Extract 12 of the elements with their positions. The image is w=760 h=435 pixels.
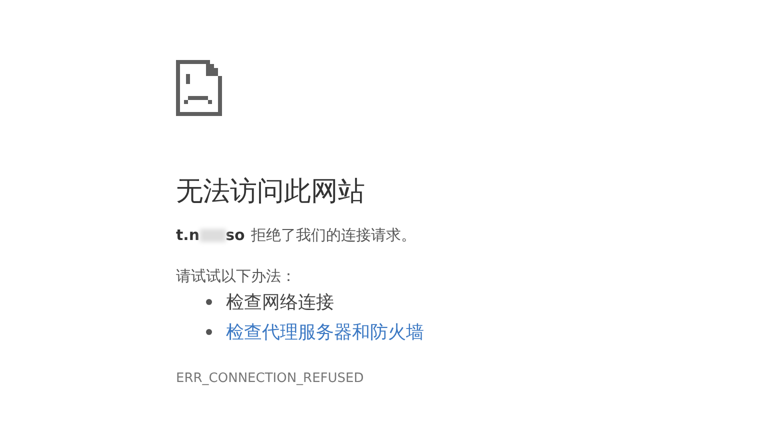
- bullet-icon: [206, 299, 212, 305]
- suggestions-title: 请试试以下办法：: [176, 266, 296, 286]
- page-heading: 无法访问此网站: [176, 175, 365, 209]
- suggestion-link[interactable]: 检查代理服务器和防火墙: [226, 318, 424, 346]
- error-code: ERR_CONNECTION_REFUSED: [176, 370, 364, 388]
- sad-page-icon: [176, 60, 222, 116]
- host-name: t.n: [176, 225, 200, 246]
- suggestion-text: 检查网络连接: [226, 290, 334, 314]
- bullet-icon: [206, 329, 212, 335]
- host-name: so: [226, 225, 245, 246]
- redaction-mark: [200, 228, 226, 242]
- error-message: 拒绝了我们的连接请求。: [250, 225, 416, 246]
